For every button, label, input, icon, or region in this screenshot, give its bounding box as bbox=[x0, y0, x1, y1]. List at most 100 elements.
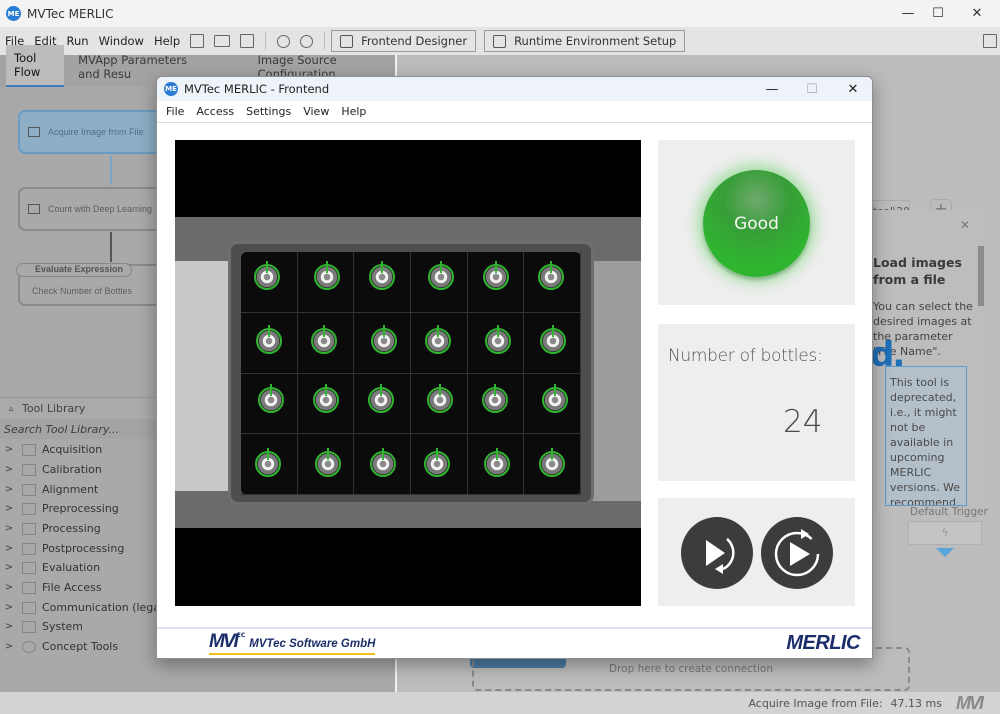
processing-icon bbox=[22, 522, 36, 535]
library-item-label: Alignment bbox=[42, 483, 99, 496]
merlic-product-logo: MERLIC bbox=[786, 632, 860, 654]
merlic-main-window: ME MVTec MERLIC — ☐ ✕ File Edit Run Wind… bbox=[0, 0, 1000, 714]
library-item-label: Processing bbox=[42, 522, 101, 535]
chevron-right-icon: > bbox=[4, 543, 14, 554]
evaluate-expression-label: Evaluate Expression bbox=[35, 264, 124, 274]
result-label: Good bbox=[734, 213, 779, 234]
chevron-right-icon: > bbox=[4, 621, 14, 632]
calibration-icon bbox=[22, 463, 36, 476]
mvtec-mark-sup: EC bbox=[236, 632, 246, 639]
chevron-right-icon: > bbox=[4, 641, 14, 652]
library-item-label: System bbox=[42, 620, 84, 633]
library-item-label: Postprocessing bbox=[42, 542, 125, 555]
detected-bottle-marker bbox=[370, 325, 397, 355]
chevron-right-icon: > bbox=[4, 484, 14, 495]
collapse-icon: ▵ bbox=[8, 403, 14, 414]
detected-bottle-marker bbox=[369, 447, 396, 477]
count-panel: Number of bottles: 24 bbox=[658, 324, 855, 481]
continuous-run-button[interactable] bbox=[761, 517, 833, 589]
flow-node-label: Acquire Image from File bbox=[48, 127, 144, 137]
chevron-right-icon: > bbox=[4, 562, 14, 573]
evaluate-expression-header[interactable]: Evaluate Expression bbox=[16, 263, 132, 277]
mvtec-mark: MVI bbox=[209, 631, 239, 652]
camera-image bbox=[175, 217, 641, 528]
title-bar: ME MVTec MERLIC — ☐ ✕ bbox=[0, 0, 1000, 27]
trigger-output-port-icon[interactable] bbox=[936, 548, 954, 557]
run-continuous-icon[interactable] bbox=[300, 34, 314, 48]
play-once-icon bbox=[706, 538, 735, 574]
tab-tool-flow[interactable]: Tool Flow bbox=[6, 45, 65, 87]
frontend-title: MVTec MERLIC - Frontend bbox=[184, 82, 330, 96]
frontend-menu-file[interactable]: File bbox=[160, 105, 190, 118]
runtime-environment-button[interactable]: Runtime Environment Setup bbox=[484, 30, 686, 52]
new-file-icon[interactable] bbox=[190, 34, 205, 48]
frontend-designer-label: Frontend Designer bbox=[361, 34, 468, 48]
processing-icon bbox=[28, 204, 40, 214]
frontend-maximize-button[interactable]: ☐ bbox=[792, 77, 832, 101]
frontend-menu-bar: File Access Settings View Help bbox=[157, 101, 872, 123]
bottle-crate bbox=[228, 241, 594, 505]
open-folder-icon[interactable] bbox=[214, 35, 231, 47]
frontend-dialog: ME MVTec MERLIC - Frontend — ☐ ✕ File Ac… bbox=[156, 76, 873, 659]
flow-arrow bbox=[110, 155, 112, 185]
detected-bottle-marker bbox=[315, 447, 341, 477]
menu-window[interactable]: Window bbox=[94, 34, 149, 48]
detected-bottle-marker bbox=[424, 447, 451, 477]
library-item-label: Calibration bbox=[42, 463, 102, 476]
chevron-right-icon: > bbox=[4, 523, 14, 534]
frontend-menu-settings[interactable]: Settings bbox=[240, 105, 297, 118]
image-viewer[interactable] bbox=[175, 140, 641, 606]
communication-icon bbox=[22, 601, 36, 614]
frontend-menu-help[interactable]: Help bbox=[335, 105, 372, 118]
system-gear-icon bbox=[22, 620, 36, 633]
chevron-right-icon: > bbox=[4, 464, 14, 475]
play-continuous-icon bbox=[774, 529, 820, 577]
menu-help[interactable]: Help bbox=[149, 34, 185, 48]
frontend-close-button[interactable]: ✕ bbox=[833, 77, 872, 101]
save-icon[interactable] bbox=[240, 34, 255, 48]
help-scrollbar[interactable] bbox=[978, 246, 984, 306]
detected-bottle-marker bbox=[538, 447, 565, 477]
frontend-title-bar: ME MVTec MERLIC - Frontend — ☐ ✕ bbox=[157, 77, 872, 101]
single-run-button[interactable] bbox=[681, 517, 753, 589]
library-item-label: Concept Tools bbox=[42, 640, 119, 653]
library-item-label: Acquisition bbox=[42, 443, 103, 456]
conveyor-left bbox=[175, 261, 235, 491]
merlic-logo-icon: ME bbox=[6, 6, 21, 21]
frontend-menu-access[interactable]: Access bbox=[190, 105, 240, 118]
result-indicator: Good bbox=[703, 170, 810, 277]
status-tool-name: Acquire Image from File: bbox=[748, 696, 883, 710]
preprocessing-icon bbox=[22, 502, 36, 515]
tool-library-title: Tool Library bbox=[22, 402, 86, 415]
flow-arrow bbox=[110, 232, 112, 262]
camera-icon bbox=[28, 127, 40, 137]
detected-bottle-marker bbox=[311, 325, 337, 355]
close-help-icon[interactable]: ✕ bbox=[960, 218, 970, 232]
pin-panel-icon[interactable] bbox=[983, 34, 997, 48]
detected-bottle-marker bbox=[484, 447, 510, 477]
status-bar: Acquire Image from File: 47.13 ms MVI bbox=[0, 692, 1000, 714]
close-button[interactable]: ✕ bbox=[954, 0, 1000, 27]
flow-node-acquire-image[interactable]: Acquire Image from File bbox=[18, 110, 168, 154]
result-panel: Good bbox=[658, 140, 855, 305]
chevron-right-icon: > bbox=[4, 602, 14, 613]
menu-run[interactable]: Run bbox=[62, 34, 94, 48]
status-execution-time: 47.13 ms bbox=[890, 696, 942, 710]
mvtec-company-logo: MVI EC MVTec Software GmbH bbox=[209, 631, 376, 655]
frontend-menu-view[interactable]: View bbox=[297, 105, 335, 118]
alignment-icon bbox=[22, 483, 36, 496]
detected-bottle-marker bbox=[485, 325, 511, 355]
count-value: 24 bbox=[783, 404, 823, 440]
detected-bottle-marker bbox=[539, 325, 566, 355]
window-title: MVTec MERLIC bbox=[27, 6, 114, 21]
flow-node-count-deep-learning[interactable]: Count with Deep Learning bbox=[18, 187, 168, 231]
run-once-icon[interactable] bbox=[277, 34, 291, 48]
chevron-right-icon: > bbox=[4, 444, 14, 455]
default-trigger-label: Default Trigger bbox=[910, 506, 988, 518]
detected-bottle-marker bbox=[541, 383, 568, 413]
trigger-lightning-icon[interactable]: ϟ bbox=[908, 521, 982, 545]
count-label: Number of bottles: bbox=[668, 346, 823, 366]
frontend-minimize-button[interactable]: — bbox=[752, 77, 792, 101]
merlic-logo-icon: ME bbox=[164, 82, 178, 96]
library-item-label: Evaluation bbox=[42, 561, 101, 574]
